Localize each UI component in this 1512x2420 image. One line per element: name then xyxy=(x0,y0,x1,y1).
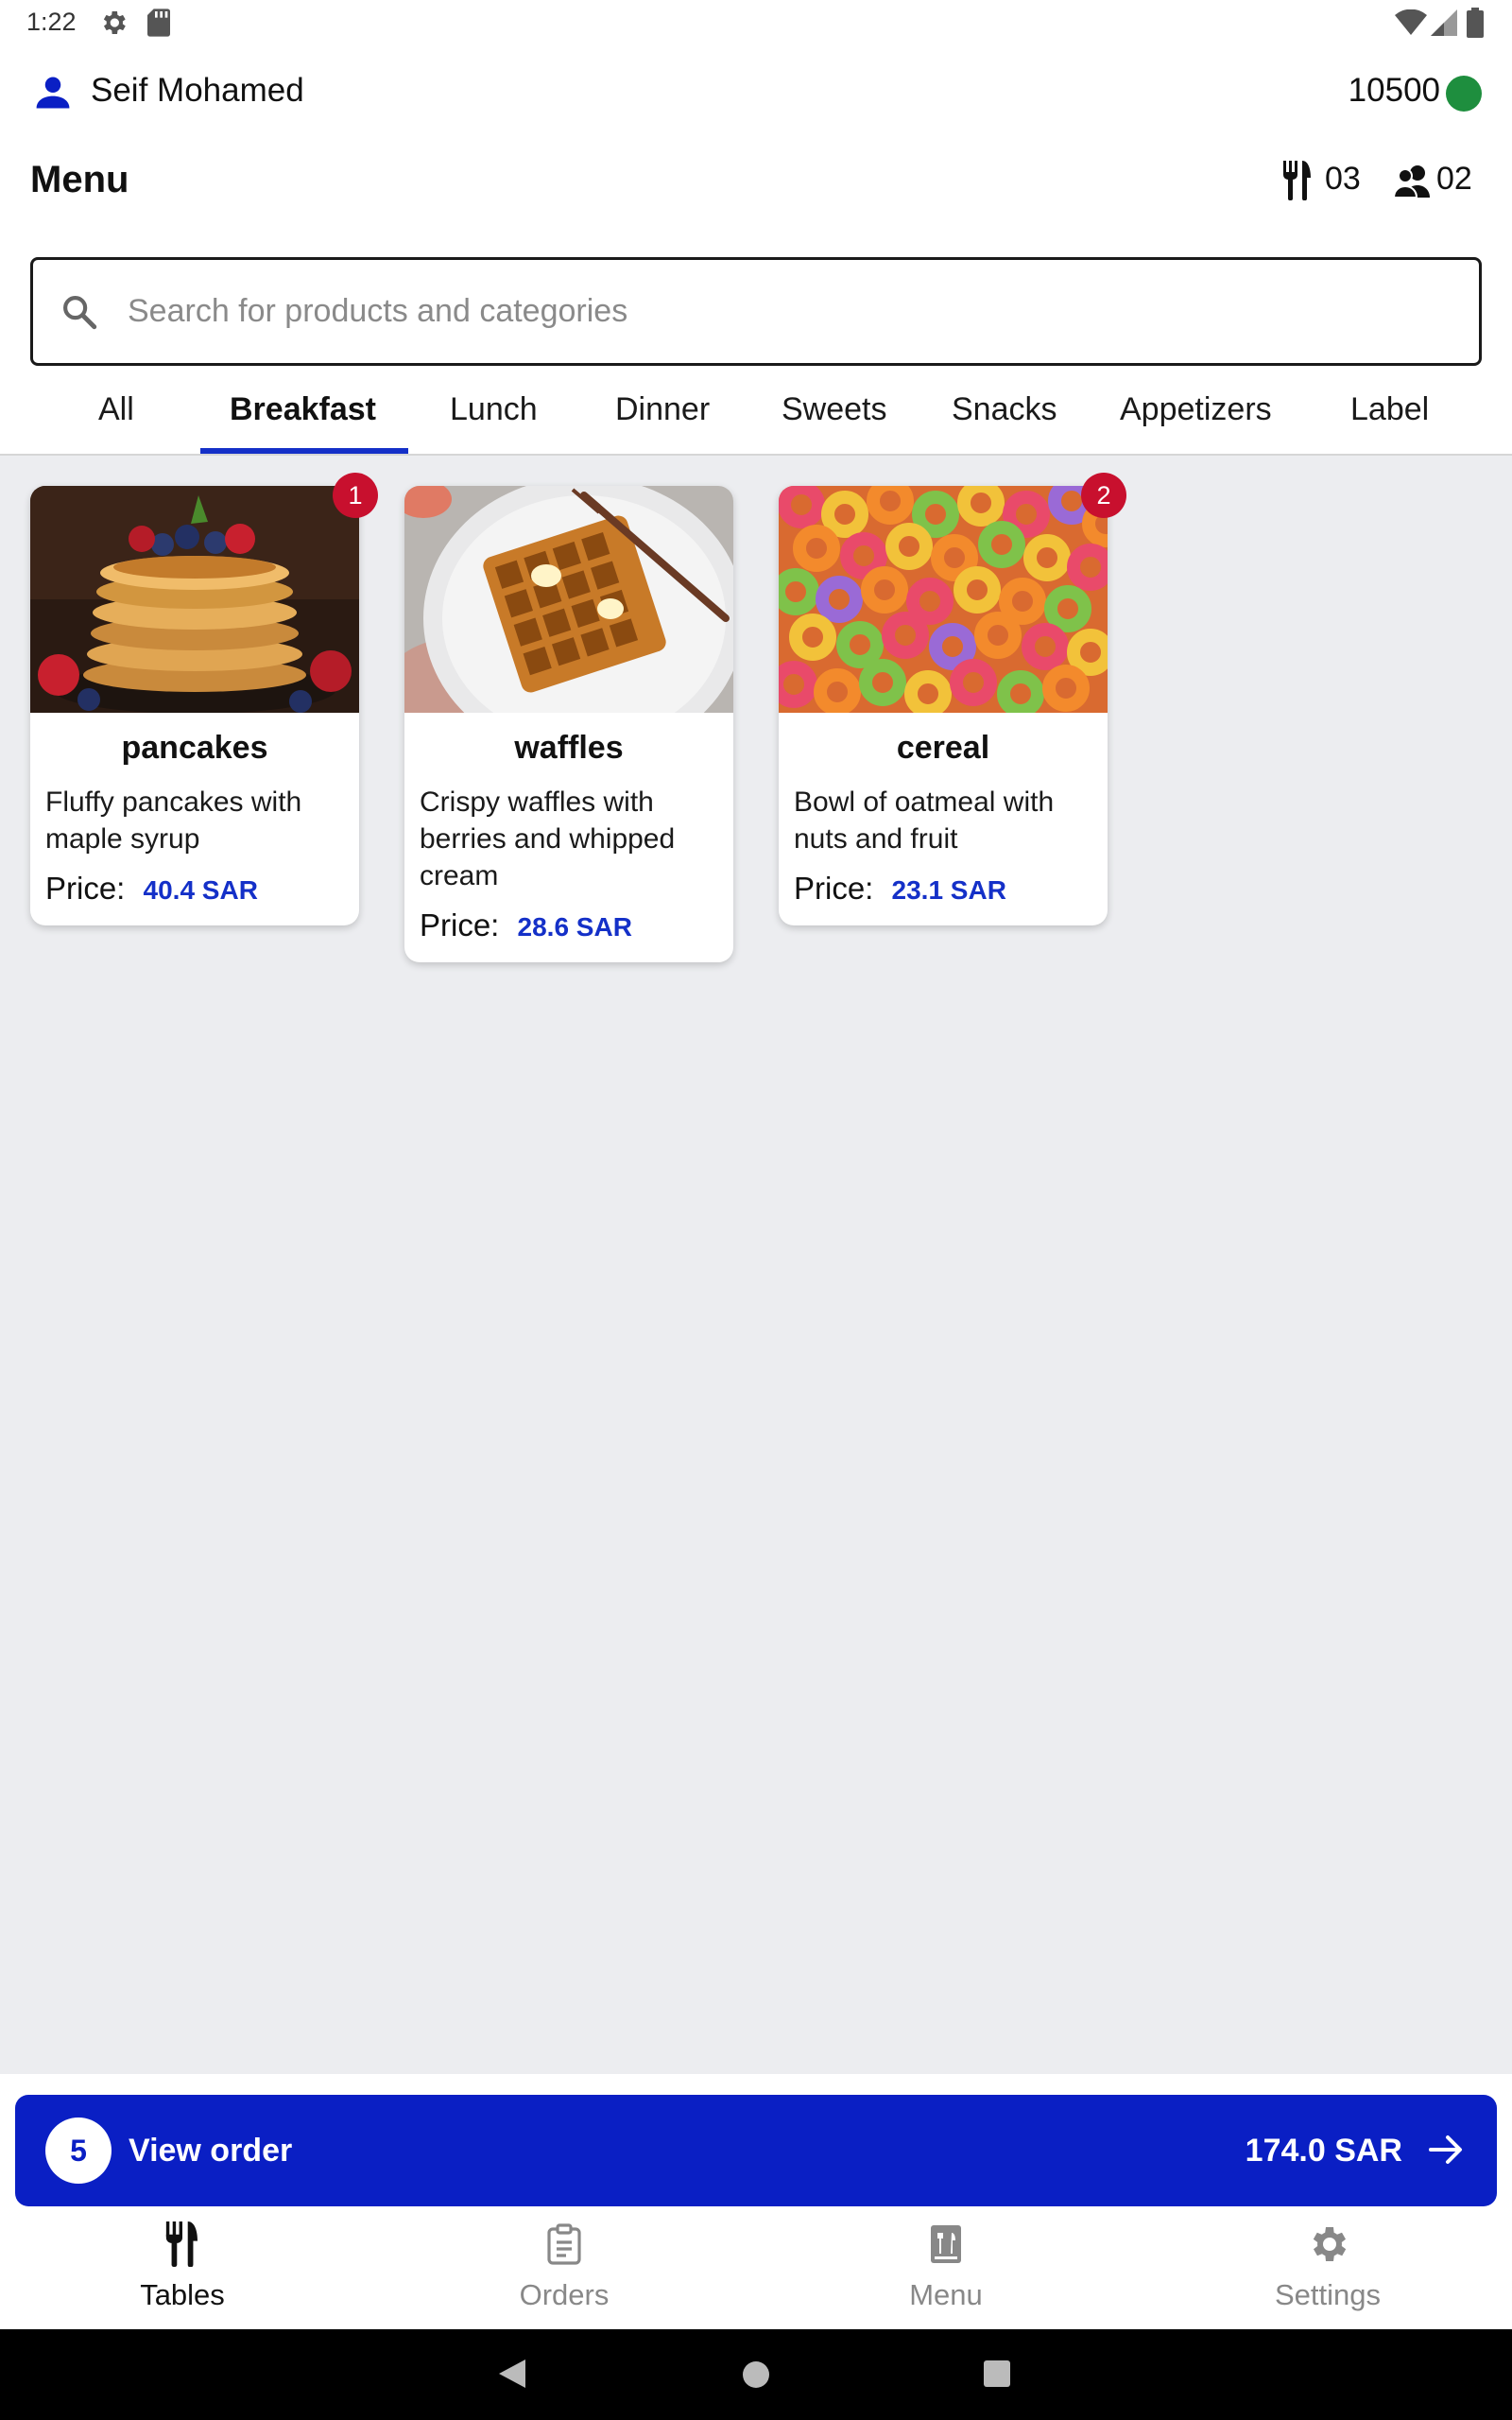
page-header: Menu 03 02 xyxy=(0,151,1512,214)
product-image-waffles xyxy=(404,486,733,713)
product-price: 40.4 SAR xyxy=(143,875,258,905)
fork-knife-icon xyxy=(1281,161,1314,205)
tab-sweets[interactable]: Sweets xyxy=(782,391,887,428)
product-price: 28.6 SAR xyxy=(517,912,632,942)
product-description: Crispy waffles with berries and whipped … xyxy=(420,786,676,891)
product-card[interactable]: pancakes Fluffy pancakes with maple syru… xyxy=(30,473,378,925)
cart-quantity-badge: 1 xyxy=(333,473,378,518)
recents-icon[interactable] xyxy=(983,2360,1011,2393)
tab-breakfast[interactable]: Breakfast xyxy=(230,391,376,428)
status-bar: 1:22 xyxy=(0,0,1512,49)
order-total: 174.0 SAR xyxy=(1245,2133,1402,2169)
product-price-row: Price: 28.6 SAR xyxy=(420,908,718,943)
view-order-button[interactable]: 5 View order 174.0 SAR xyxy=(15,2095,1497,2206)
product-card[interactable]: cereal Bowl of oatmeal with nuts and fru… xyxy=(779,473,1126,925)
tab-appetizers[interactable]: Appetizers xyxy=(1120,391,1272,428)
search-box[interactable] xyxy=(30,257,1482,366)
tab-label[interactable]: Label xyxy=(1350,391,1429,428)
product-description: Fluffy pancakes with maple syrup xyxy=(45,786,302,855)
product-price-row: Price: 23.1 SAR xyxy=(794,871,1092,907)
tab-all[interactable]: All xyxy=(98,391,134,428)
nav-label: Menu xyxy=(909,2278,983,2311)
system-navigation-bar xyxy=(0,2329,1512,2420)
wifi-icon xyxy=(1395,9,1427,41)
product-price: 23.1 SAR xyxy=(891,875,1006,905)
category-tabs: All Breakfast Lunch Dinner Sweets Snacks… xyxy=(0,371,1512,456)
search-icon xyxy=(60,292,99,337)
online-status-indicator xyxy=(1446,76,1482,112)
product-description: Bowl of oatmeal with nuts and fruit xyxy=(794,786,1055,855)
battery-icon xyxy=(1467,8,1484,43)
product-grid: pancakes Fluffy pancakes with maple syru… xyxy=(0,456,1512,2074)
home-icon[interactable] xyxy=(741,2360,771,2394)
bottom-navigation: Tables Orders Menu Settings xyxy=(0,2206,1512,2329)
settings-status-icon xyxy=(98,8,129,43)
price-label: Price: xyxy=(45,871,126,906)
tables-count: 03 xyxy=(1325,161,1361,197)
view-order-label: View order xyxy=(129,2133,293,2169)
sd-card-icon xyxy=(146,8,172,43)
nav-menu[interactable]: Menu xyxy=(757,2206,1135,2329)
product-name: pancakes xyxy=(121,730,268,766)
back-icon[interactable] xyxy=(497,2358,527,2394)
nav-label: Orders xyxy=(519,2278,610,2311)
price-label: Price: xyxy=(420,908,500,942)
product-price-row: Price: 40.4 SAR xyxy=(45,871,344,907)
search-input[interactable] xyxy=(128,285,1451,337)
nav-settings[interactable]: Settings xyxy=(1139,2206,1512,2329)
user-row: Seif Mohamed 10500 xyxy=(0,62,1512,119)
nav-tables[interactable]: Tables xyxy=(0,2206,371,2329)
nav-label: Tables xyxy=(140,2278,225,2311)
product-name: waffles xyxy=(514,730,624,766)
price-label: Price: xyxy=(794,871,874,906)
active-tab-indicator xyxy=(200,448,408,454)
cell-signal-icon xyxy=(1431,9,1457,41)
guests-icon xyxy=(1392,164,1431,203)
tab-lunch[interactable]: Lunch xyxy=(450,391,538,428)
menu-book-icon xyxy=(923,2221,969,2267)
user-name: Seif Mohamed xyxy=(91,72,304,109)
order-item-count: 5 xyxy=(45,2118,112,2184)
guests-count: 02 xyxy=(1436,161,1472,197)
gear-icon xyxy=(1305,2221,1350,2267)
cart-quantity-badge: 2 xyxy=(1081,473,1126,518)
product-card[interactable]: waffles Crispy waffles with berries and … xyxy=(404,486,733,962)
product-name: cereal xyxy=(896,730,990,766)
product-image-pancakes xyxy=(30,486,359,713)
nav-label: Settings xyxy=(1274,2278,1381,2311)
tab-snacks[interactable]: Snacks xyxy=(952,391,1057,428)
clipboard-icon xyxy=(541,2221,587,2267)
user-icon xyxy=(32,72,74,118)
fork-knife-icon xyxy=(160,2221,205,2268)
status-time: 1:22 xyxy=(26,8,77,36)
page-title: Menu xyxy=(30,159,129,200)
nav-orders[interactable]: Orders xyxy=(375,2206,753,2329)
points-balance: 10500 xyxy=(1348,72,1440,109)
arrow-right-icon xyxy=(1427,2133,1465,2171)
tab-dinner[interactable]: Dinner xyxy=(615,391,710,428)
product-image-cereal xyxy=(779,486,1108,713)
